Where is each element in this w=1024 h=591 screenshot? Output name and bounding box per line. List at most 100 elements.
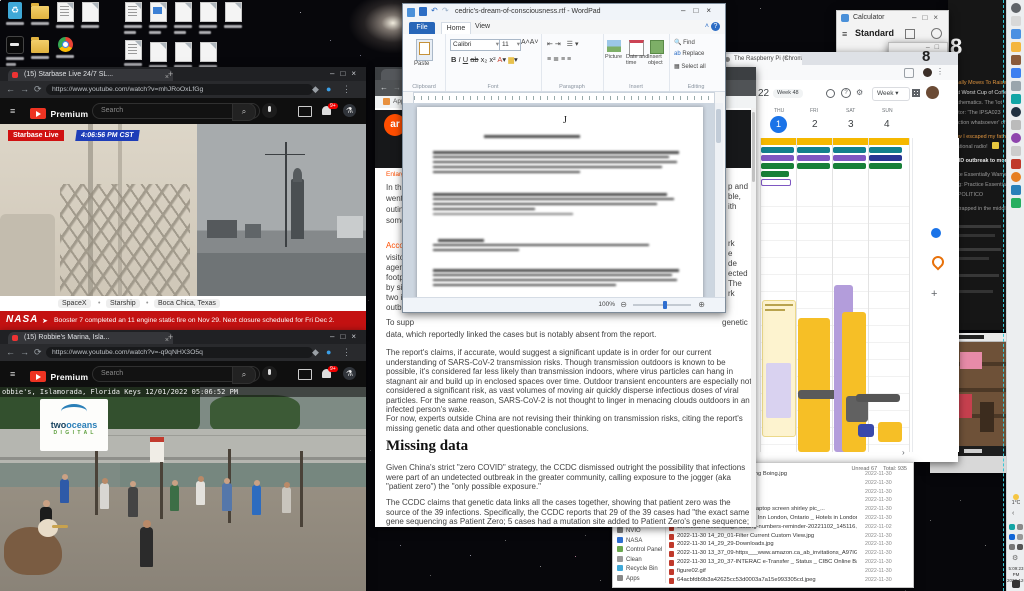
- profile-icon[interactable]: ●: [326, 84, 331, 94]
- calendar-event-block[interactable]: [798, 318, 830, 452]
- calendar-event-block[interactable]: [878, 422, 902, 442]
- extension-diamond-icon[interactable]: ◆: [312, 84, 319, 95]
- font-size-select[interactable]: 11▾: [499, 39, 521, 51]
- google-apps-grid-icon[interactable]: [912, 89, 920, 97]
- weather-widget[interactable]: 1°C: [1007, 494, 1024, 506]
- topic-chip[interactable]: Boca Chica, Texas: [154, 299, 220, 308]
- volume-tray-icon[interactable]: [1017, 544, 1023, 550]
- zoom-in-icon[interactable]: ⊕: [698, 300, 705, 309]
- search-button[interactable]: ⌕: [232, 103, 256, 121]
- search-button[interactable]: ⌕: [232, 366, 256, 384]
- news-headline[interactable]: that Worst Cup of Coffe: [951, 90, 1011, 96]
- redo-icon[interactable]: ↷: [442, 6, 449, 15]
- desktop-document-icon[interactable]: [172, 2, 194, 32]
- calendar-event-chip[interactable]: [797, 163, 830, 169]
- tray-icon[interactable]: [1017, 534, 1023, 540]
- nav-item[interactable]: Control Panel: [617, 546, 663, 556]
- maps-pin-icon[interactable]: [930, 254, 947, 271]
- menu-kebab-icon[interactable]: ⋮: [342, 84, 351, 95]
- calculator-mode-label[interactable]: Standard: [855, 28, 894, 38]
- desktop-document-icon[interactable]: [222, 2, 244, 32]
- picture-label[interactable]: Picture: [605, 54, 622, 60]
- help-icon[interactable]: ?: [841, 88, 851, 98]
- create-video-icon[interactable]: [298, 369, 312, 380]
- recycle-bin-icon[interactable]: ♻: [4, 2, 26, 32]
- browser-tab[interactable]: (15) Starbase Live 24/7 SL... ×: [8, 69, 173, 81]
- refresh-icon[interactable]: ⟳: [34, 84, 42, 95]
- file-row[interactable]: 2022-11-30 14_20_01-Filter Current Custo…: [669, 533, 909, 542]
- calendar-event-chip[interactable]: [797, 155, 830, 161]
- news-headline[interactable]: nviction whatsoever' of t: [951, 120, 1011, 126]
- page-scrollbar[interactable]: [751, 108, 756, 527]
- address-field[interactable]: https://www.youtube.com/watch?v=-q9qNHX3…: [46, 347, 313, 358]
- nav-item[interactable]: Recycle Bin: [617, 565, 663, 575]
- add-panel-icon[interactable]: +: [931, 288, 937, 300]
- news-headline[interactable]: How I escaped my fathe: [951, 134, 1011, 140]
- news-headline[interactable]: factor: 'The IPSA023: [951, 110, 1011, 116]
- desktop-document-icon[interactable]: [54, 2, 76, 32]
- chrome-shortcut-icon[interactable]: [54, 36, 76, 66]
- news-headline[interactable]: — POLITICO: [951, 192, 1011, 198]
- paste-label[interactable]: Paste: [414, 61, 429, 67]
- forward-icon[interactable]: →: [20, 347, 29, 357]
- font-style-icons[interactable]: B I U ab x₂ x² A▾ ▆▾: [451, 55, 518, 64]
- news-headline[interactable]: OVID outbreak to mor: [951, 158, 1011, 164]
- extension-icon[interactable]: [904, 68, 914, 78]
- topic-chip[interactable]: SpaceX: [58, 299, 91, 308]
- calendar-event-chip[interactable]: [761, 155, 794, 161]
- forward-icon[interactable]: →: [393, 83, 401, 92]
- calendar-event-chip[interactable]: [761, 163, 794, 169]
- file-row[interactable]: 2022-11-30 14_29_29-Downloads.jpg2022-11…: [669, 541, 909, 550]
- app-icon[interactable]: [1011, 55, 1021, 65]
- search-icon[interactable]: [826, 89, 835, 98]
- window-controls[interactable]: –□×: [330, 332, 362, 341]
- window-controls[interactable]: –□×: [681, 6, 719, 15]
- grow-shrink-font-icons[interactable]: A˄A˅: [521, 39, 539, 46]
- contacts-icon[interactable]: [931, 228, 941, 238]
- date-time-label[interactable]: Date andtime: [626, 54, 648, 66]
- task-view-icon[interactable]: [1011, 16, 1021, 26]
- window-controls[interactable]: –□×: [330, 69, 362, 78]
- mic-icon[interactable]: [262, 103, 277, 118]
- user-avatar[interactable]: [926, 86, 939, 99]
- mic-icon[interactable]: [262, 366, 277, 381]
- file-explorer-icon[interactable]: [1011, 42, 1021, 52]
- help-icon[interactable]: ?: [711, 22, 720, 31]
- browser-menu-icon[interactable]: ⋮: [936, 67, 944, 76]
- paste-icon[interactable]: [416, 39, 433, 61]
- file-tab[interactable]: File: [409, 22, 435, 34]
- app-icon[interactable]: [1011, 68, 1021, 78]
- tray-icon[interactable]: [1009, 524, 1015, 530]
- collapse-ribbon-icon[interactable]: ˄: [705, 23, 709, 30]
- app-icon[interactable]: [1011, 133, 1021, 143]
- starbase-video-player[interactable]: Starbase Live 4:06:56 PM CST: [0, 124, 366, 296]
- view-selector-dropdown[interactable]: Week ▾: [872, 87, 910, 101]
- select-all-item[interactable]: ▦ Select all: [674, 63, 706, 70]
- channel-avatar[interactable]: ⚗: [343, 104, 356, 117]
- nav-item[interactable]: Clean: [617, 556, 663, 566]
- create-video-icon[interactable]: [298, 106, 312, 117]
- insert-object-label[interactable]: Insertobject: [648, 54, 663, 66]
- calendar-event-chip[interactable]: [761, 147, 794, 153]
- nav-item[interactable]: NVIO: [617, 527, 663, 537]
- notification-center-icon[interactable]: [1012, 580, 1020, 588]
- display-tray-icon[interactable]: [1009, 544, 1015, 550]
- browser-app-icon[interactable]: [1011, 29, 1021, 39]
- calendar-event-chip[interactable]: [833, 155, 866, 161]
- calendar-event-chip[interactable]: [869, 147, 902, 153]
- news-headline[interactable]: Mathematics. The 'lot: [951, 100, 1011, 106]
- settings-gear-icon[interactable]: ⚙: [856, 88, 863, 97]
- document-scrollbar[interactable]: [714, 103, 723, 297]
- selected-day-number[interactable]: 1: [770, 116, 787, 133]
- tray-icon[interactable]: [1017, 524, 1023, 530]
- news-headline[interactable]: Finally Moves To Raise Ra: [951, 80, 1011, 86]
- keep-on-top-icon[interactable]: [905, 29, 915, 39]
- nav-item[interactable]: NASA: [617, 537, 663, 547]
- calendar-event-chip[interactable]: [761, 171, 789, 177]
- marina-video-player[interactable]: obbie's, Islamorada, Florida Keys 12/01/…: [0, 387, 366, 591]
- back-icon[interactable]: ←: [6, 347, 15, 357]
- document-page[interactable]: J: [417, 107, 703, 297]
- topic-chip[interactable]: Starship: [106, 299, 140, 308]
- calendar-event-chip[interactable]: [761, 179, 791, 186]
- app-icon[interactable]: [1011, 159, 1021, 169]
